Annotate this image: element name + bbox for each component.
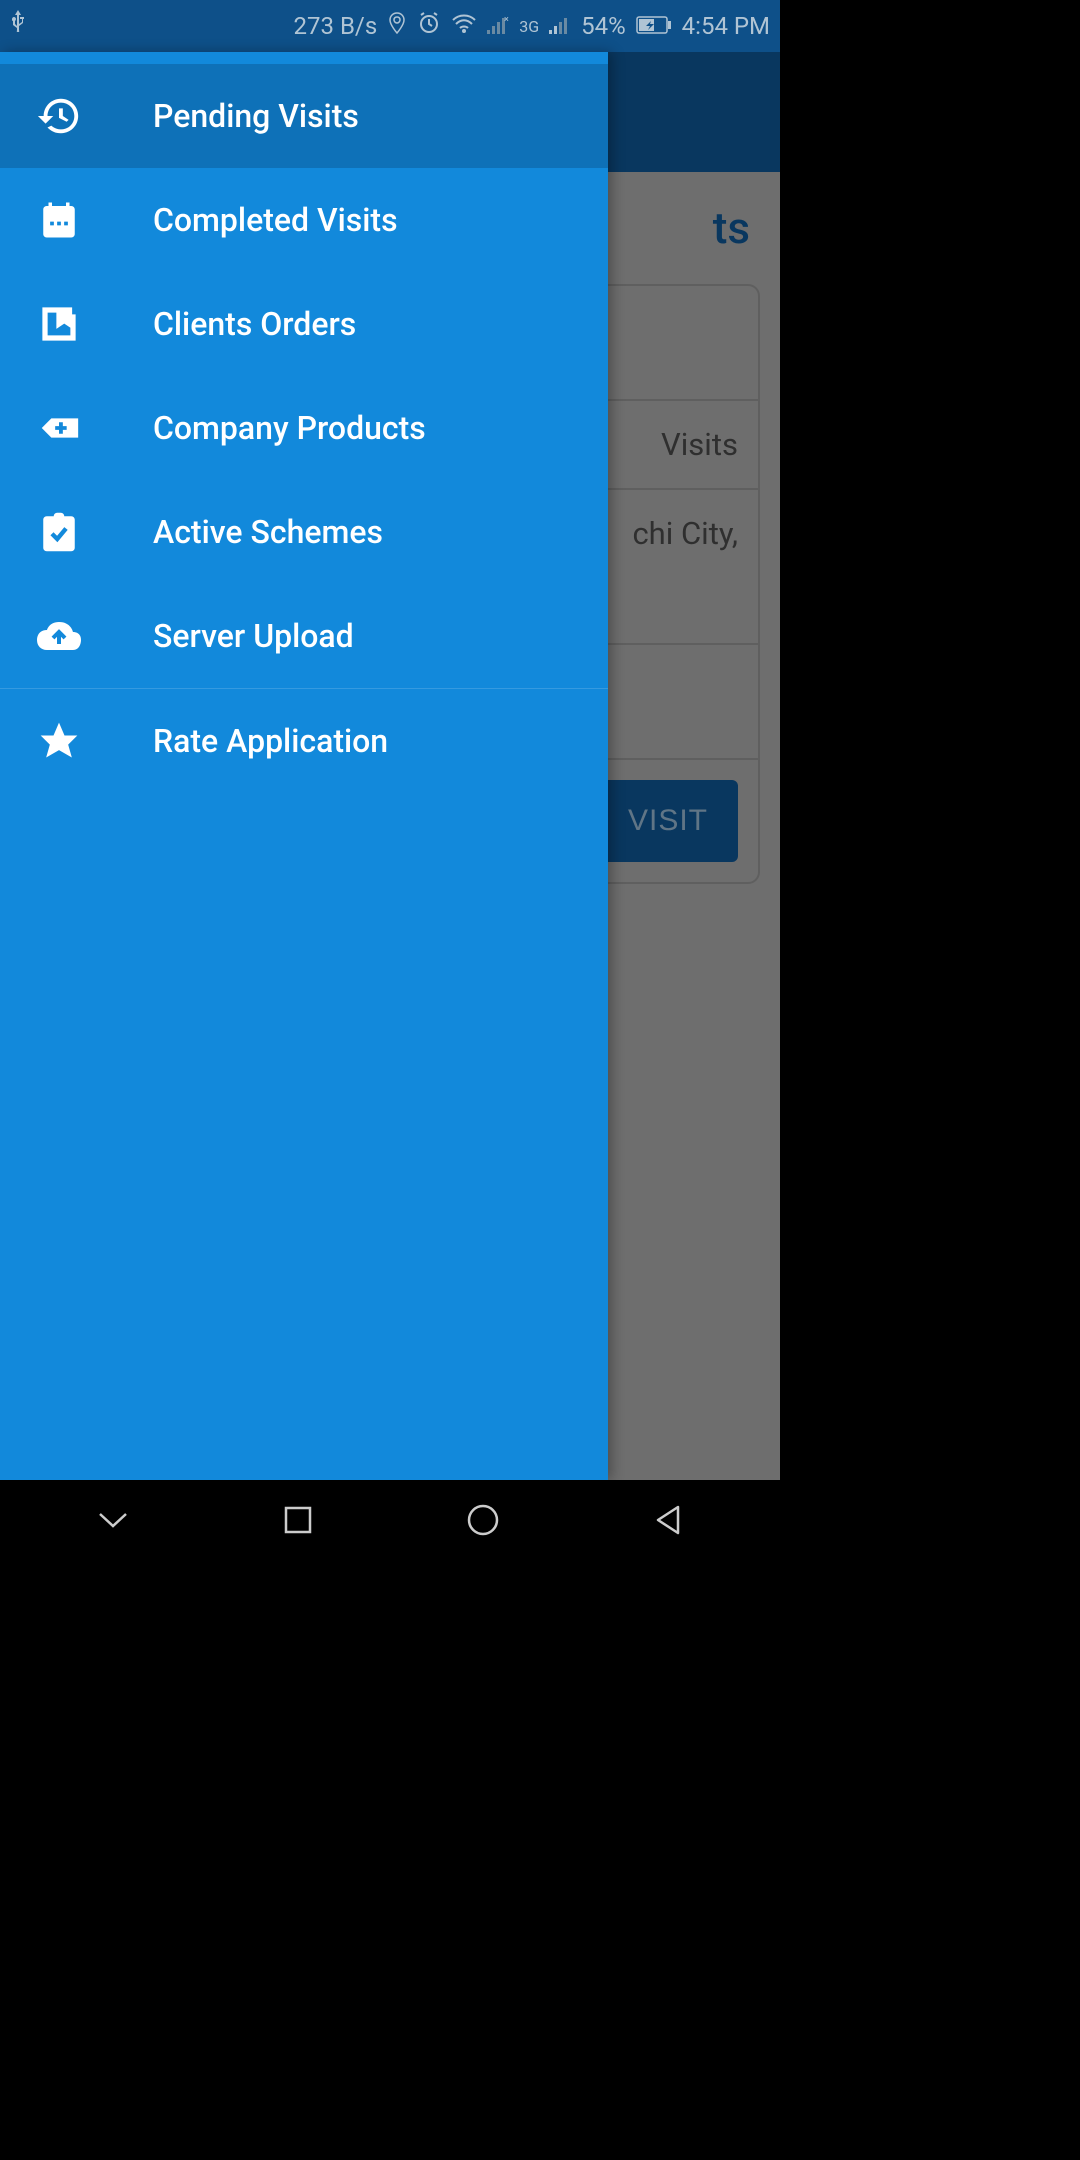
signal-bars-1: × xyxy=(487,12,509,40)
network-speed: 273 B/s xyxy=(294,12,378,40)
status-right: 273 B/s × xyxy=(294,11,770,41)
nav-item-label: Pending Visits xyxy=(153,97,359,135)
network-type: 3G xyxy=(519,17,539,36)
cloud-upload-icon xyxy=(35,612,83,660)
nav-item-rate-application[interactable]: Rate Application xyxy=(0,689,608,793)
navigation-drawer: Pending Visits Completed Visits Clients … xyxy=(0,52,608,1480)
nav-item-company-products[interactable]: Company Products xyxy=(0,376,608,480)
location-icon xyxy=(387,11,407,41)
status-left xyxy=(10,10,26,42)
nav-item-clients-orders[interactable]: Clients Orders xyxy=(0,272,608,376)
nav-item-label: Server Upload xyxy=(153,617,354,655)
bookmark-folder-icon xyxy=(35,300,83,348)
tag-plus-icon xyxy=(35,404,83,452)
nav-item-label: Completed Visits xyxy=(153,201,398,239)
nav-item-active-schemes[interactable]: Active Schemes xyxy=(0,480,608,584)
nav-item-label: Rate Application xyxy=(153,722,388,760)
usb-icon xyxy=(10,10,26,42)
status-bar: 273 B/s × xyxy=(0,0,780,52)
nav-recent-button[interactable] xyxy=(278,1500,318,1540)
nav-home-button[interactable] xyxy=(463,1500,503,1540)
drawer-accent-bar xyxy=(0,52,608,64)
alarm-icon xyxy=(417,11,441,41)
nav-item-label: Company Products xyxy=(153,409,426,447)
calendar-icon xyxy=(35,196,83,244)
clipboard-check-icon xyxy=(35,508,83,556)
battery-icon xyxy=(636,12,672,40)
nav-item-completed-visits[interactable]: Completed Visits xyxy=(0,168,608,272)
nav-back-button[interactable] xyxy=(648,1500,688,1540)
nav-item-server-upload[interactable]: Server Upload xyxy=(0,584,608,688)
clock-time: 4:54 PM xyxy=(682,12,770,40)
nav-dropdown-button[interactable] xyxy=(93,1500,133,1540)
system-nav-bar xyxy=(0,1480,780,1560)
wifi-icon xyxy=(451,12,477,40)
star-icon xyxy=(35,717,83,765)
nav-item-label: Clients Orders xyxy=(153,305,356,343)
nav-item-pending-visits[interactable]: Pending Visits xyxy=(0,64,608,168)
nav-item-label: Active Schemes xyxy=(153,513,383,551)
svg-text:×: × xyxy=(504,16,509,25)
history-icon xyxy=(35,92,83,140)
battery-percent: 54% xyxy=(581,12,626,40)
signal-bars-2 xyxy=(549,12,571,40)
